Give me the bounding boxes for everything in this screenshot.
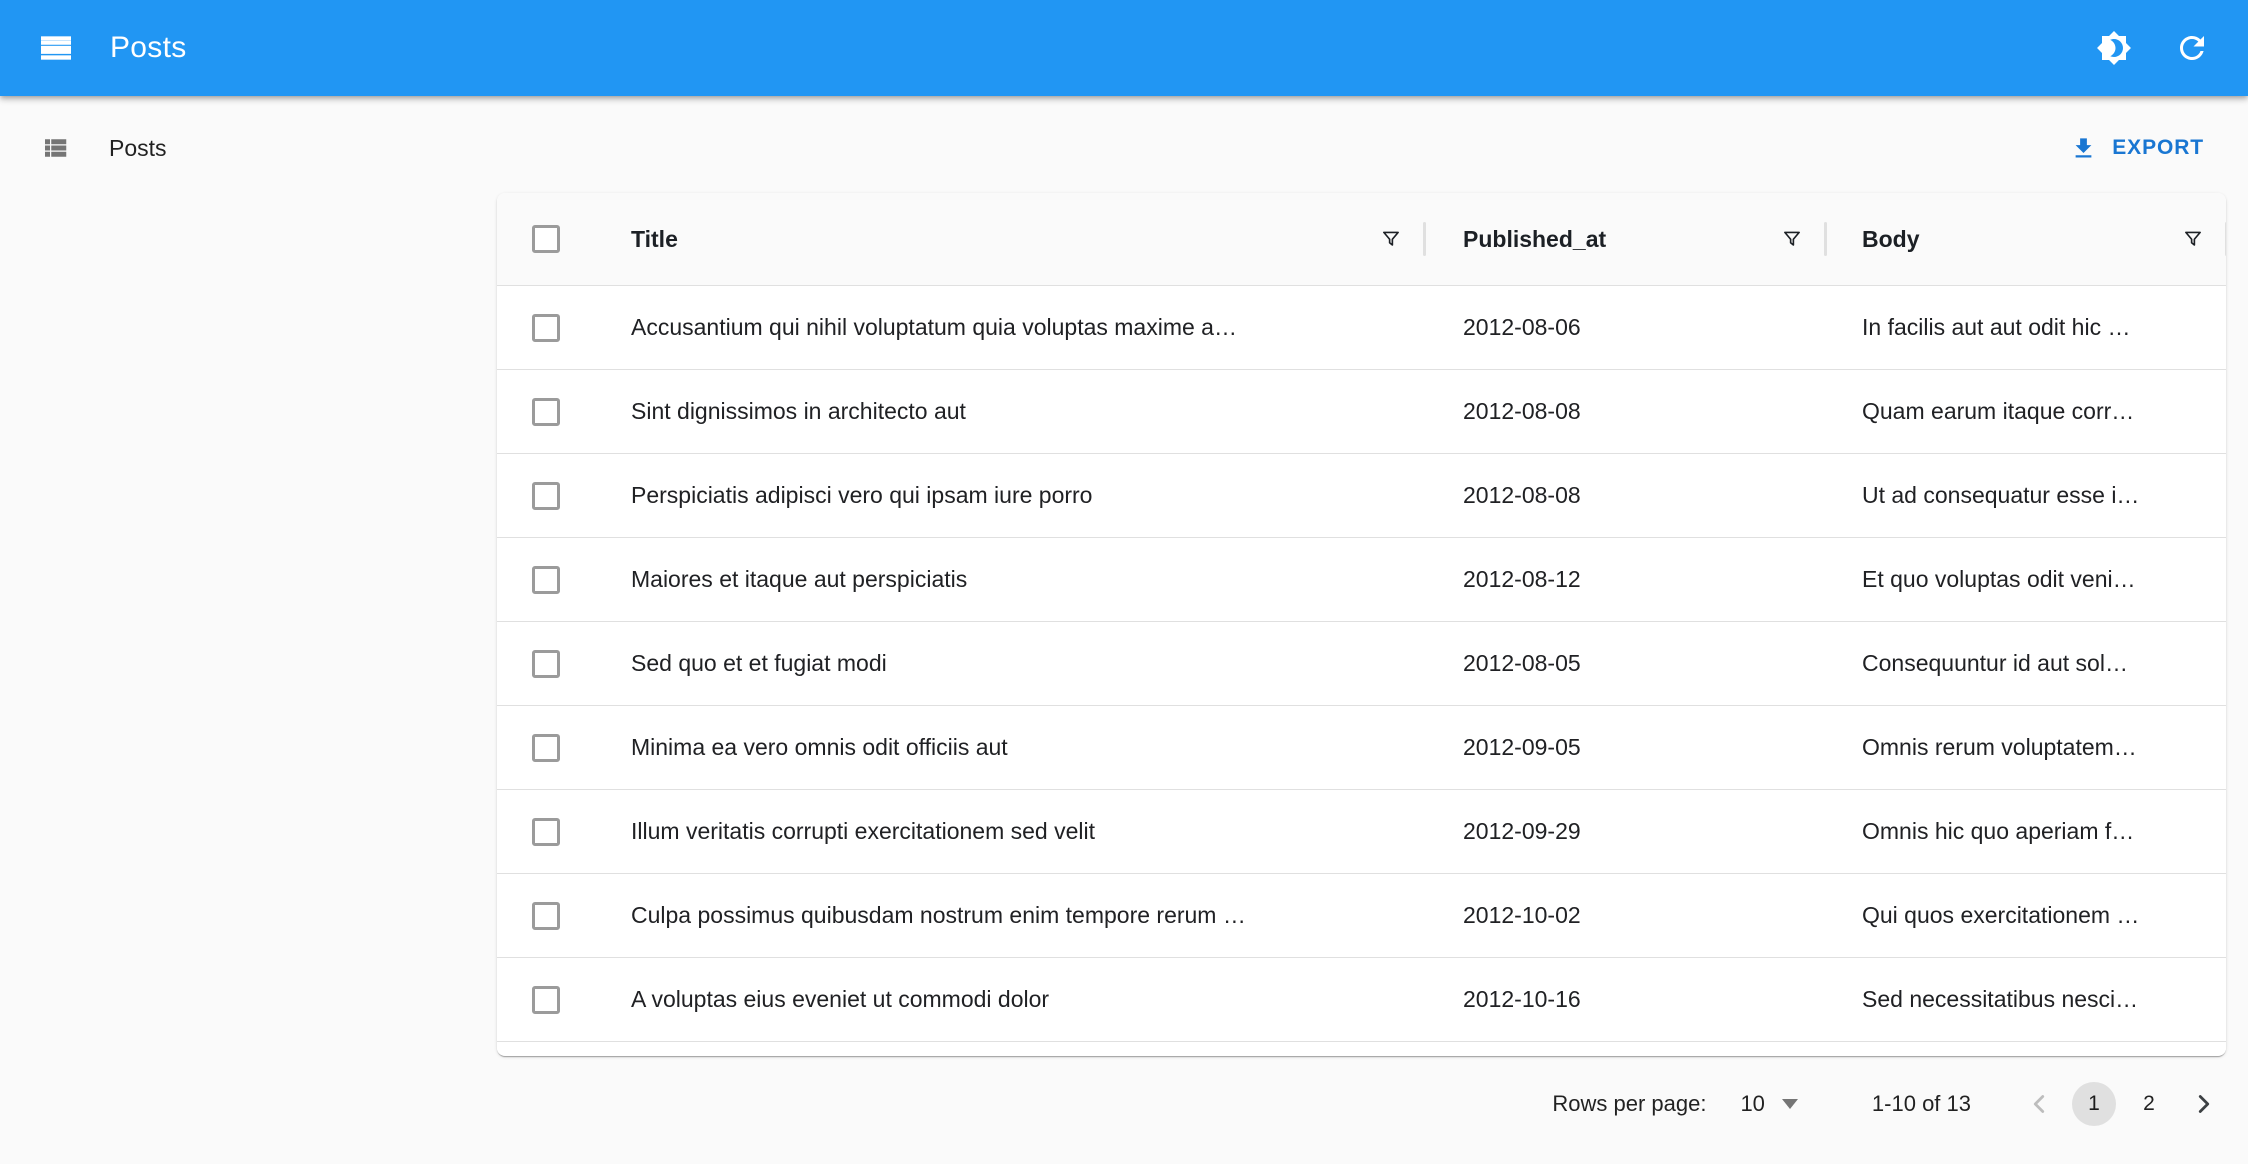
cell-title: Sint dignissimos in architecto aut xyxy=(631,398,966,424)
theme-toggle-button[interactable] xyxy=(2082,16,2146,80)
datagrid-header-row: Title Published_at Body xyxy=(497,193,2226,286)
row-checkbox[interactable] xyxy=(532,482,560,510)
cell-title: Perspiciatis adipisci vero qui ipsam iur… xyxy=(631,482,1092,508)
rows-per-page-select[interactable]: 10 xyxy=(1740,1091,1797,1117)
cell-body: Consequuntur id aut sol… xyxy=(1862,650,2128,676)
cell-published-at: 2012-08-06 xyxy=(1463,314,1581,340)
posts-datagrid-card: Title Published_at Body Accusantium qui … xyxy=(497,193,2226,1056)
cell-body: Et quo voluptas odit veni… xyxy=(1862,566,2136,592)
cell-title: Sed quo et et fugiat modi xyxy=(631,650,887,676)
table-row[interactable]: Culpa possimus quibusdam nostrum enim te… xyxy=(497,874,2226,958)
column-header-label: Title xyxy=(631,226,1380,253)
cell-title: Illum veritatis corrupti exercitationem … xyxy=(631,818,1095,844)
table-row[interactable]: A voluptas eius eveniet ut commodi dolor… xyxy=(497,958,2226,1042)
page-title: Posts xyxy=(110,31,187,65)
cell-body: Ut ad consequatur esse i… xyxy=(1862,482,2139,508)
cell-published-at: 2012-08-12 xyxy=(1463,566,1581,592)
chevron-right-icon xyxy=(2189,1089,2219,1119)
clipped-row-strip xyxy=(497,1042,2226,1055)
filter-funnel-icon[interactable] xyxy=(2182,228,2204,250)
app-bar: Posts xyxy=(0,0,2248,96)
table-row[interactable]: Illum veritatis corrupti exercitationem … xyxy=(497,790,2226,874)
row-checkbox[interactable] xyxy=(532,398,560,426)
cell-published-at: 2012-08-08 xyxy=(1463,482,1581,508)
column-header-label: Body xyxy=(1862,226,2182,253)
filter-funnel-icon[interactable] xyxy=(1380,228,1402,250)
hamburger-menu-icon xyxy=(36,28,76,68)
download-icon xyxy=(2070,135,2097,162)
cell-body: Omnis rerum voluptatem… xyxy=(1862,734,2137,760)
row-checkbox[interactable] xyxy=(532,650,560,678)
column-separator[interactable] xyxy=(2225,222,2226,256)
row-checkbox[interactable] xyxy=(532,902,560,930)
row-checkbox[interactable] xyxy=(532,818,560,846)
select-all-checkbox[interactable] xyxy=(532,225,560,253)
filter-funnel-icon[interactable] xyxy=(1781,228,1803,250)
cell-title: A voluptas eius eveniet ut commodi dolor xyxy=(631,986,1049,1012)
export-button-label: EXPORT xyxy=(2112,136,2204,160)
cell-published-at: 2012-10-16 xyxy=(1463,986,1581,1012)
pagination-toolbar: Rows per page: 10 1-10 of 13 1 2 xyxy=(1552,1072,2226,1136)
sidebar-item-posts[interactable]: Posts xyxy=(24,116,183,180)
cell-body: Quam earum itaque corr… xyxy=(1862,398,2134,424)
chevron-left-icon xyxy=(2024,1089,2054,1119)
hamburger-menu-button[interactable] xyxy=(24,16,88,80)
table-row[interactable]: Perspiciatis adipisci vero qui ipsam iur… xyxy=(497,454,2226,538)
row-checkbox[interactable] xyxy=(532,566,560,594)
table-row[interactable]: Accusantium qui nihil voluptatum quia vo… xyxy=(497,286,2226,370)
row-checkbox[interactable] xyxy=(532,986,560,1014)
pagination-nav: 1 2 xyxy=(2017,1082,2226,1126)
sidebar-item-label: Posts xyxy=(109,135,167,162)
cell-body: Sed necessitatibus nesci… xyxy=(1862,986,2138,1012)
cell-body: Qui quos exercitationem … xyxy=(1862,902,2139,928)
refresh-button[interactable] xyxy=(2160,16,2224,80)
cell-published-at: 2012-08-08 xyxy=(1463,398,1581,424)
next-page-button[interactable] xyxy=(2182,1082,2226,1126)
pagination-range-label: 1-10 of 13 xyxy=(1872,1091,1971,1117)
column-header-published-at[interactable]: Published_at xyxy=(1424,193,1825,285)
prev-page-button[interactable] xyxy=(2017,1082,2061,1126)
column-header-label: Published_at xyxy=(1463,226,1781,253)
view-list-icon xyxy=(40,133,70,163)
refresh-icon xyxy=(2174,30,2210,66)
rows-per-page-label: Rows per page: xyxy=(1552,1091,1706,1117)
cell-title: Minima ea vero omnis odit officiis aut xyxy=(631,734,1008,760)
rows-per-page-value: 10 xyxy=(1740,1091,1764,1117)
page-button-2[interactable]: 2 xyxy=(2127,1082,2171,1126)
cell-published-at: 2012-09-29 xyxy=(1463,818,1581,844)
cell-published-at: 2012-08-05 xyxy=(1463,650,1581,676)
page-button-1[interactable]: 1 xyxy=(2072,1082,2116,1126)
cell-title: Accusantium qui nihil voluptatum quia vo… xyxy=(631,314,1237,340)
chevron-down-icon xyxy=(1782,1099,1798,1109)
cell-title: Culpa possimus quibusdam nostrum enim te… xyxy=(631,902,1246,928)
header-checkbox-cell xyxy=(497,225,595,253)
theme-toggle-icon xyxy=(2096,30,2132,66)
table-row[interactable]: Minima ea vero omnis odit officiis aut 2… xyxy=(497,706,2226,790)
export-button[interactable]: EXPORT xyxy=(2062,120,2212,176)
table-row[interactable]: Sed quo et et fugiat modi 2012-08-05 Con… xyxy=(497,622,2226,706)
table-row[interactable]: Maiores et itaque aut perspiciatis 2012-… xyxy=(497,538,2226,622)
column-header-title[interactable]: Title xyxy=(595,193,1424,285)
column-header-body[interactable]: Body xyxy=(1825,193,2226,285)
cell-title: Maiores et itaque aut perspiciatis xyxy=(631,566,967,592)
cell-body: In facilis aut aut odit hic … xyxy=(1862,314,2130,340)
cell-published-at: 2012-10-02 xyxy=(1463,902,1581,928)
cell-published-at: 2012-09-05 xyxy=(1463,734,1581,760)
row-checkbox[interactable] xyxy=(532,314,560,342)
cell-body: Omnis hic quo aperiam f… xyxy=(1862,818,2134,844)
row-checkbox[interactable] xyxy=(532,734,560,762)
table-row[interactable]: Sint dignissimos in architecto aut 2012-… xyxy=(497,370,2226,454)
